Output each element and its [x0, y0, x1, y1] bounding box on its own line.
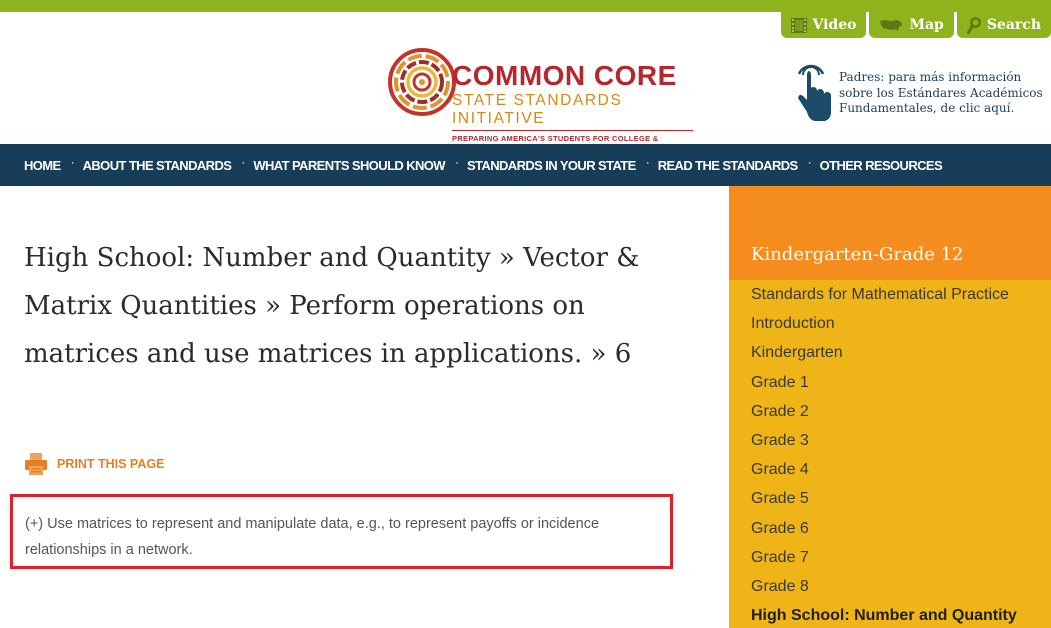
- sidebar-title[interactable]: Kindergarten-Grade 12: [751, 244, 964, 265]
- sidebar: Kindergarten-Grade 12 Standards for Math…: [729, 186, 1051, 628]
- parents-spanish-link[interactable]: Padres: para más información sobre los E…: [793, 62, 1051, 126]
- standard-text: (+) Use matrices to represent and manipu…: [25, 516, 600, 558]
- parents-line-3: Fundamentales, de clic aquí.: [839, 101, 1015, 115]
- nav-separator: ·: [241, 155, 246, 169]
- map-button[interactable]: Map: [869, 12, 954, 38]
- hand-pointer-icon: [797, 64, 831, 121]
- nav-separator: ·: [645, 155, 650, 169]
- nav-separator: ·: [807, 155, 812, 169]
- utility-nav: Video Map Search: [780, 12, 1051, 38]
- sidebar-item-mathematical-practice[interactable]: Standards for Mathematical Practice: [729, 280, 1051, 309]
- video-label: Video: [812, 17, 857, 33]
- nav-about-the-standards[interactable]: ABOUT THE STANDARDS: [83, 158, 232, 173]
- page-title: High School: Number and Quantity » Vecto…: [24, 243, 640, 369]
- printer-icon: [25, 453, 47, 475]
- map-label: Map: [909, 17, 944, 33]
- nav-other-resources[interactable]: OTHER RESOURCES: [820, 158, 943, 173]
- logo-title: COMMON CORE: [452, 60, 677, 91]
- common-core-logo[interactable]: COMMON CORE STATE STANDARDS INITIATIVE P…: [388, 44, 693, 152]
- print-page-link[interactable]: PRINT THIS PAGE: [24, 452, 164, 476]
- us-map-icon: [880, 19, 903, 31]
- top-accent-bar: [0, 0, 1051, 12]
- sidebar-item-kindergarten[interactable]: Kindergarten: [729, 338, 1051, 367]
- logo-subtitle: STATE STANDARDS INITIATIVE: [452, 92, 693, 131]
- nav-home[interactable]: HOME: [24, 158, 61, 173]
- nav-separator: ·: [454, 155, 459, 169]
- film-icon: [790, 17, 807, 33]
- sidebar-item-grade-2[interactable]: Grade 2: [729, 397, 1051, 426]
- sidebar-item-grade-4[interactable]: Grade 4: [729, 455, 1051, 484]
- standard-highlight-box: (+) Use matrices to represent and manipu…: [10, 494, 673, 569]
- magnifier-icon: [966, 16, 981, 34]
- nav-standards-in-your-state[interactable]: STANDARDS IN YOUR STATE: [467, 158, 636, 173]
- sidebar-item-grade-7[interactable]: Grade 7: [729, 543, 1051, 572]
- search-label: Search: [986, 17, 1041, 33]
- sidebar-item-grade-5[interactable]: Grade 5: [729, 484, 1051, 513]
- sidebar-item-grade-6[interactable]: Grade 6: [729, 514, 1051, 543]
- nav-read-the-standards[interactable]: READ THE STANDARDS: [658, 158, 799, 173]
- print-label: PRINT THIS PAGE: [57, 457, 165, 471]
- spiral-logo-icon: [388, 48, 456, 116]
- sidebar-header: Kindergarten-Grade 12: [729, 186, 1051, 280]
- nav-what-parents-should-know[interactable]: WHAT PARENTS SHOULD KNOW: [253, 158, 445, 173]
- parents-line-1: Padres: para más información: [839, 70, 1022, 84]
- sidebar-item-grade-1[interactable]: Grade 1: [729, 368, 1051, 397]
- sidebar-list: Standards for Mathematical Practice Intr…: [729, 280, 1051, 628]
- video-button[interactable]: Video: [780, 12, 867, 38]
- nav-separator: ·: [70, 155, 75, 169]
- sidebar-item-high-school-number-and-quantity[interactable]: High School: Number and Quantity: [729, 601, 1051, 628]
- parents-line-2: sobre los Estándares Académicos: [839, 85, 1043, 100]
- main-nav: HOME · ABOUT THE STANDARDS · WHAT PARENT…: [0, 144, 1051, 186]
- sidebar-item-grade-3[interactable]: Grade 3: [729, 426, 1051, 455]
- search-button[interactable]: Search: [956, 12, 1051, 38]
- sidebar-item-introduction[interactable]: Introduction: [729, 309, 1051, 338]
- sidebar-item-grade-8[interactable]: Grade 8: [729, 572, 1051, 601]
